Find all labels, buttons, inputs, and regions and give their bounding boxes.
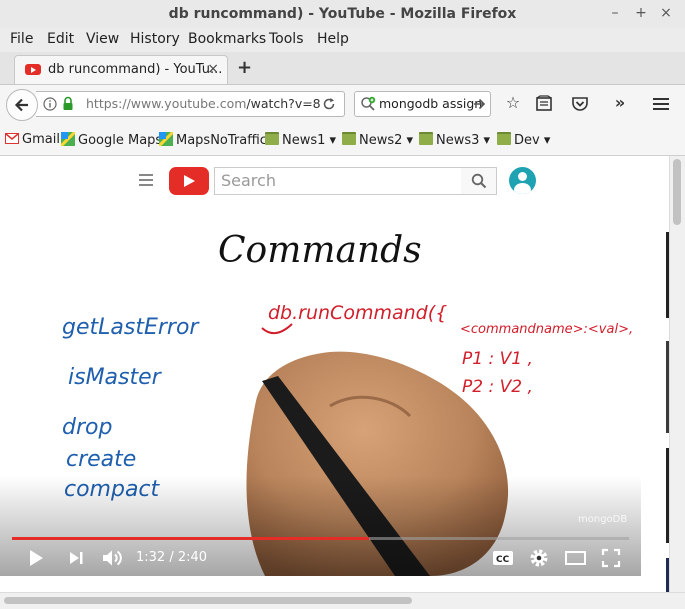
reload-icon[interactable] bbox=[322, 97, 336, 111]
navigation-bar: https://www.youtube.com/watch?v=8 mongod… bbox=[0, 85, 685, 125]
overflow-chevron-icon[interactable]: » bbox=[609, 93, 631, 115]
url-text: https://www.youtube.com/watch?v=8 bbox=[86, 96, 321, 111]
bookmark-folder-dev[interactable]: Dev ▾ bbox=[497, 132, 550, 148]
svg-text:CC: CC bbox=[496, 555, 510, 565]
maps-icon bbox=[59, 130, 77, 148]
progress-played bbox=[12, 537, 369, 540]
url-bar[interactable]: https://www.youtube.com/watch?v=8 bbox=[36, 91, 345, 117]
youtube-search-input[interactable]: Search bbox=[221, 171, 276, 190]
bookmark-star-icon[interactable]: ☆ bbox=[502, 93, 524, 115]
whiteboard-call: db.runCommand({ bbox=[268, 302, 447, 324]
youtube-search-box[interactable]: Search bbox=[214, 167, 462, 195]
play-icon[interactable] bbox=[26, 547, 46, 569]
close-window-icon[interactable]: × bbox=[657, 5, 675, 21]
page-content: Search Commands getLastError isMaster dr… bbox=[0, 156, 671, 592]
horizontal-scrollbar[interactable] bbox=[0, 592, 685, 609]
bookmark-folder-news2[interactable]: News2 ▾ bbox=[342, 132, 413, 148]
menu-file[interactable]: File bbox=[10, 31, 33, 47]
whiteboard-item: create bbox=[66, 447, 136, 472]
lock-icon bbox=[63, 96, 73, 110]
captions-icon[interactable]: CC bbox=[492, 547, 514, 569]
bookmark-folder-news3[interactable]: News3 ▾ bbox=[419, 132, 490, 148]
pocket-icon[interactable] bbox=[570, 94, 592, 116]
tab-strip: db runcommand) - YouTu... × + bbox=[0, 52, 685, 85]
minimize-icon[interactable]: – bbox=[606, 5, 624, 21]
reading-list-icon[interactable] bbox=[534, 94, 556, 116]
window-titlebar: db runcommand) - YouTube - Mozilla Firef… bbox=[0, 0, 685, 28]
menu-bar: File Edit View History Bookmarks Tools H… bbox=[0, 28, 685, 52]
back-arrow-icon bbox=[14, 98, 28, 112]
menu-tools[interactable]: Tools bbox=[269, 31, 304, 47]
menu-bookmarks[interactable]: Bookmarks bbox=[188, 31, 266, 47]
youtube-header: Search bbox=[0, 156, 669, 206]
youtube-favicon-icon bbox=[25, 64, 41, 75]
whiteboard-arg: P1 : V1 , bbox=[462, 349, 533, 369]
folder-icon bbox=[419, 132, 433, 145]
whiteboard-arg: P2 : V2 , bbox=[462, 377, 533, 397]
mongodb-watermark: mongoDB bbox=[578, 514, 627, 525]
guide-menu-icon[interactable] bbox=[139, 174, 153, 189]
folder-icon bbox=[497, 132, 511, 145]
video-frame: Commands getLastError isMaster drop crea… bbox=[0, 216, 641, 576]
maximize-icon[interactable]: + bbox=[632, 5, 650, 21]
horizontal-scroll-thumb[interactable] bbox=[4, 597, 412, 604]
folder-icon bbox=[265, 132, 279, 145]
whiteboard-title: Commands bbox=[218, 230, 422, 271]
volume-icon[interactable] bbox=[101, 547, 125, 569]
tab-youtube[interactable]: db runcommand) - YouTu... × bbox=[14, 55, 228, 84]
bookmark-folder-news1[interactable]: News1 ▾ bbox=[265, 132, 336, 148]
tab-close-icon[interactable]: × bbox=[207, 61, 219, 77]
maps-icon bbox=[157, 130, 175, 148]
menu-edit[interactable]: Edit bbox=[47, 31, 74, 47]
bookmark-google-maps[interactable]: Google Maps bbox=[59, 130, 162, 148]
menu-help[interactable]: Help bbox=[317, 31, 349, 47]
search-icon bbox=[471, 173, 487, 189]
menu-view[interactable]: View bbox=[86, 31, 119, 47]
hamburger-menu-icon[interactable] bbox=[651, 94, 673, 116]
window-title: db runcommand) - YouTube - Mozilla Firef… bbox=[168, 6, 517, 22]
gmail-icon bbox=[5, 133, 19, 144]
whiteboard-item: drop bbox=[62, 415, 112, 440]
tab-title: db runcommand) - YouTu... bbox=[48, 62, 223, 77]
search-engine-icon bbox=[361, 96, 376, 111]
theater-mode-icon[interactable] bbox=[564, 547, 588, 569]
progress-bar[interactable] bbox=[12, 537, 629, 540]
settings-gear-icon[interactable] bbox=[528, 547, 550, 569]
whiteboard-item: getLastError bbox=[62, 315, 200, 340]
search-bar[interactable]: mongodb assign bbox=[354, 91, 491, 117]
video-player[interactable]: Commands getLastError isMaster drop crea… bbox=[0, 216, 641, 576]
back-button[interactable] bbox=[6, 89, 38, 121]
youtube-search-button[interactable] bbox=[461, 167, 497, 195]
search-go-icon[interactable] bbox=[473, 98, 486, 110]
whiteboard-item: isMaster bbox=[68, 365, 163, 390]
youtube-logo[interactable] bbox=[169, 167, 209, 195]
next-icon[interactable] bbox=[67, 547, 87, 569]
whiteboard-arg: <commandname>:<val>, bbox=[460, 322, 633, 337]
bookmark-gmail[interactable]: Gmail bbox=[5, 132, 60, 147]
search-input[interactable]: mongodb assign bbox=[379, 96, 482, 111]
bookmarks-toolbar: Gmail Google Maps MapsNoTraffic News1 ▾ … bbox=[0, 125, 685, 156]
new-tab-button[interactable]: + bbox=[237, 57, 252, 78]
folder-icon bbox=[342, 132, 356, 145]
related-videos-sidebar bbox=[649, 216, 671, 592]
fullscreen-icon[interactable] bbox=[600, 547, 622, 569]
video-time: 1:32 / 2:40 bbox=[136, 550, 208, 565]
vertical-scroll-thumb[interactable] bbox=[673, 159, 681, 225]
info-icon[interactable] bbox=[43, 97, 57, 111]
vertical-scrollbar[interactable] bbox=[669, 156, 685, 592]
avatar[interactable] bbox=[509, 167, 536, 194]
menu-history[interactable]: History bbox=[130, 31, 180, 47]
bookmark-mapsnotraffic[interactable]: MapsNoTraffic bbox=[157, 130, 267, 148]
